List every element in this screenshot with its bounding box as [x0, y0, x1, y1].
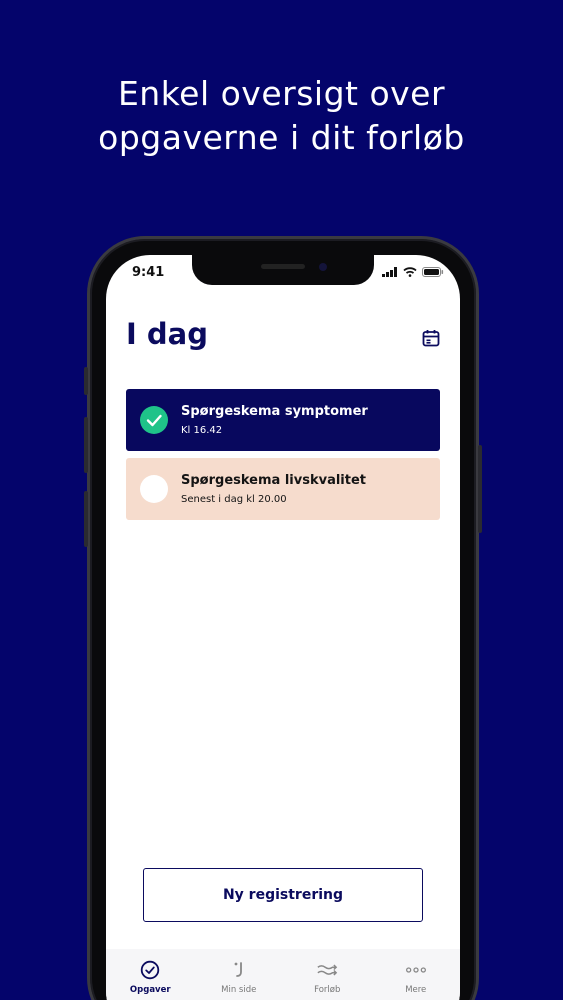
mute-switch	[84, 367, 88, 395]
tab-forloeb[interactable]: Forløb	[287, 959, 367, 1000]
new-registration-button[interactable]: Ny registrering	[143, 868, 423, 922]
empty-circle-icon	[140, 475, 168, 503]
phone-frame: 9:41 I dag Spørgeskema symptomer Kl 16.4…	[84, 236, 482, 1000]
volume-down-button	[84, 491, 88, 547]
task-title: Spørgeskema symptomer	[181, 404, 368, 419]
tab-opgaver[interactable]: Opgaver	[110, 959, 190, 1000]
calendar-icon[interactable]	[422, 329, 440, 347]
battery-icon	[422, 267, 444, 277]
task-subtitle: Senest i dag kl 20.00	[181, 494, 287, 505]
status-time: 9:41	[132, 265, 165, 280]
tab-label: Mere	[405, 985, 427, 995]
wifi-icon	[403, 267, 417, 277]
signal-icon	[382, 267, 397, 277]
task-card-quality-of-life[interactable]: Spørgeskema livskvalitet Senest i dag kl…	[126, 458, 440, 520]
headline-line-1: Enkel oversigt over	[117, 74, 446, 113]
checkmark-icon	[140, 406, 168, 434]
front-camera	[319, 263, 327, 271]
headline-line-2: opgaverne i dit forløb	[98, 118, 465, 157]
speaker-grille	[261, 264, 305, 269]
person-icon	[228, 959, 250, 981]
tab-min-side[interactable]: Min side	[199, 959, 279, 1000]
task-card-symptoms[interactable]: Spørgeskema symptomer Kl 16.42	[126, 389, 440, 451]
page-title: I dag	[126, 317, 208, 351]
power-button	[478, 445, 482, 533]
volume-up-button	[84, 417, 88, 473]
tab-label: Forløb	[314, 985, 341, 995]
check-circle-icon	[139, 959, 161, 981]
phone-screen: 9:41 I dag Spørgeskema symptomer Kl 16.4…	[106, 255, 460, 1000]
status-icons	[382, 267, 444, 277]
tab-mere[interactable]: Mere	[376, 959, 456, 1000]
tab-label: Min side	[221, 985, 257, 995]
tab-bar: Opgaver Min side Forløb Mere	[106, 949, 460, 1000]
task-subtitle: Kl 16.42	[181, 425, 223, 436]
notch	[192, 255, 374, 285]
promo-headline: Enkel oversigt over opgaverne i dit forl…	[0, 72, 563, 160]
tab-label: Opgaver	[129, 985, 171, 995]
arrows-icon	[316, 959, 338, 981]
task-title: Spørgeskema livskvalitet	[181, 473, 367, 488]
more-dots-icon	[405, 959, 427, 981]
